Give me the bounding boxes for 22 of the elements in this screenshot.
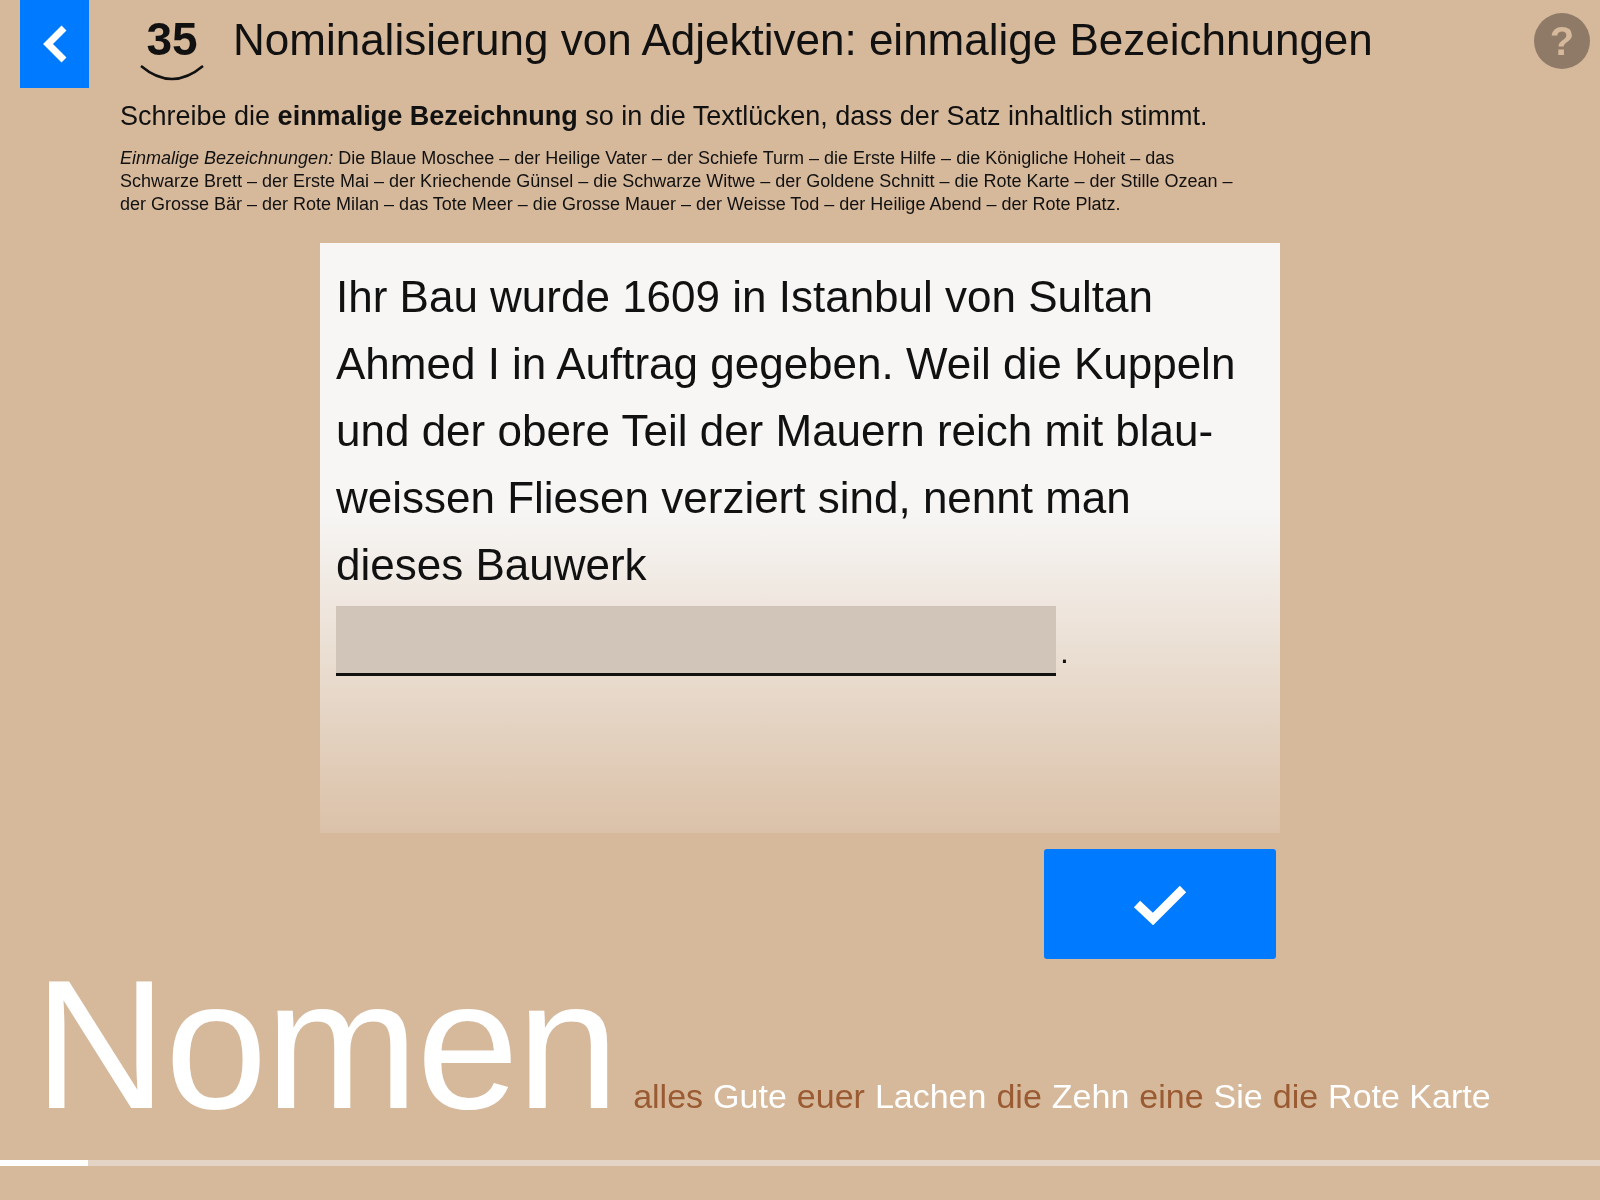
word-chip-text[interactable]: Gute bbox=[713, 1071, 787, 1122]
topic-title: Nomen bbox=[34, 970, 618, 1118]
sentence-period: . bbox=[1060, 632, 1069, 672]
word-chip-text[interactable]: Zehn bbox=[1051, 1071, 1130, 1122]
word-chip-text[interactable]: Lachen bbox=[874, 1071, 987, 1122]
instruction-text: Schreibe die einmalige Bezeichnung so in die Textlücken, dass der Satz inhaltlich stimmt. bbox=[120, 100, 1209, 133]
word-chip-text[interactable]: eine bbox=[1139, 1071, 1204, 1122]
word-chip-text[interactable]: euer bbox=[796, 1071, 865, 1122]
word-list-text: Einmalige Bezeichnungen: Die Blaue Moschee – der Heilige Vater – der Schiefe Turm – die Erste Hilfe – die Königliche Hoheit – das Schwarze Brett – der Erste Mai – der Kriechende Günsel – die Schwarze Witwe – der Goldene Schnitt – die Rote Karte – der Stille Ozean – der Grosse Bär – der Rote Milan – das Tote Meer – die Grosse Mauer – der Weisse Tod – der Heilige Abend – der Rote Platz. bbox=[120, 146, 1234, 217]
task-sentence: Ihr Bau wurde 1609 in Istanbul von Sultan Ahmed I in Auftrag gegeben. Weil die Kuppeln und der obere Teil der Mauern reich mit blau-weissen Fliesen verziert sind, nennt man dieses Bauwerk bbox=[336, 270, 1237, 591]
word-chip-text[interactable]: alles bbox=[633, 1071, 704, 1122]
exercise-number: 35 bbox=[146, 16, 198, 62]
word-chip-text[interactable]: Sie bbox=[1213, 1071, 1263, 1122]
word-chip-text[interactable]: die bbox=[996, 1071, 1042, 1122]
word-chip-text[interactable]: die bbox=[1272, 1071, 1319, 1122]
back-button[interactable] bbox=[20, 0, 89, 88]
chevron-left-icon bbox=[41, 24, 68, 64]
help-button[interactable]: ? bbox=[1534, 13, 1590, 69]
answer-field[interactable] bbox=[336, 605, 1056, 676]
exercise-title: Nominalisierung von Adjektiven: einmalige Bezeichnungen bbox=[233, 16, 1373, 65]
word-chip-text[interactable]: Rote Karte bbox=[1328, 1071, 1491, 1122]
check-button[interactable] bbox=[1044, 848, 1276, 959]
